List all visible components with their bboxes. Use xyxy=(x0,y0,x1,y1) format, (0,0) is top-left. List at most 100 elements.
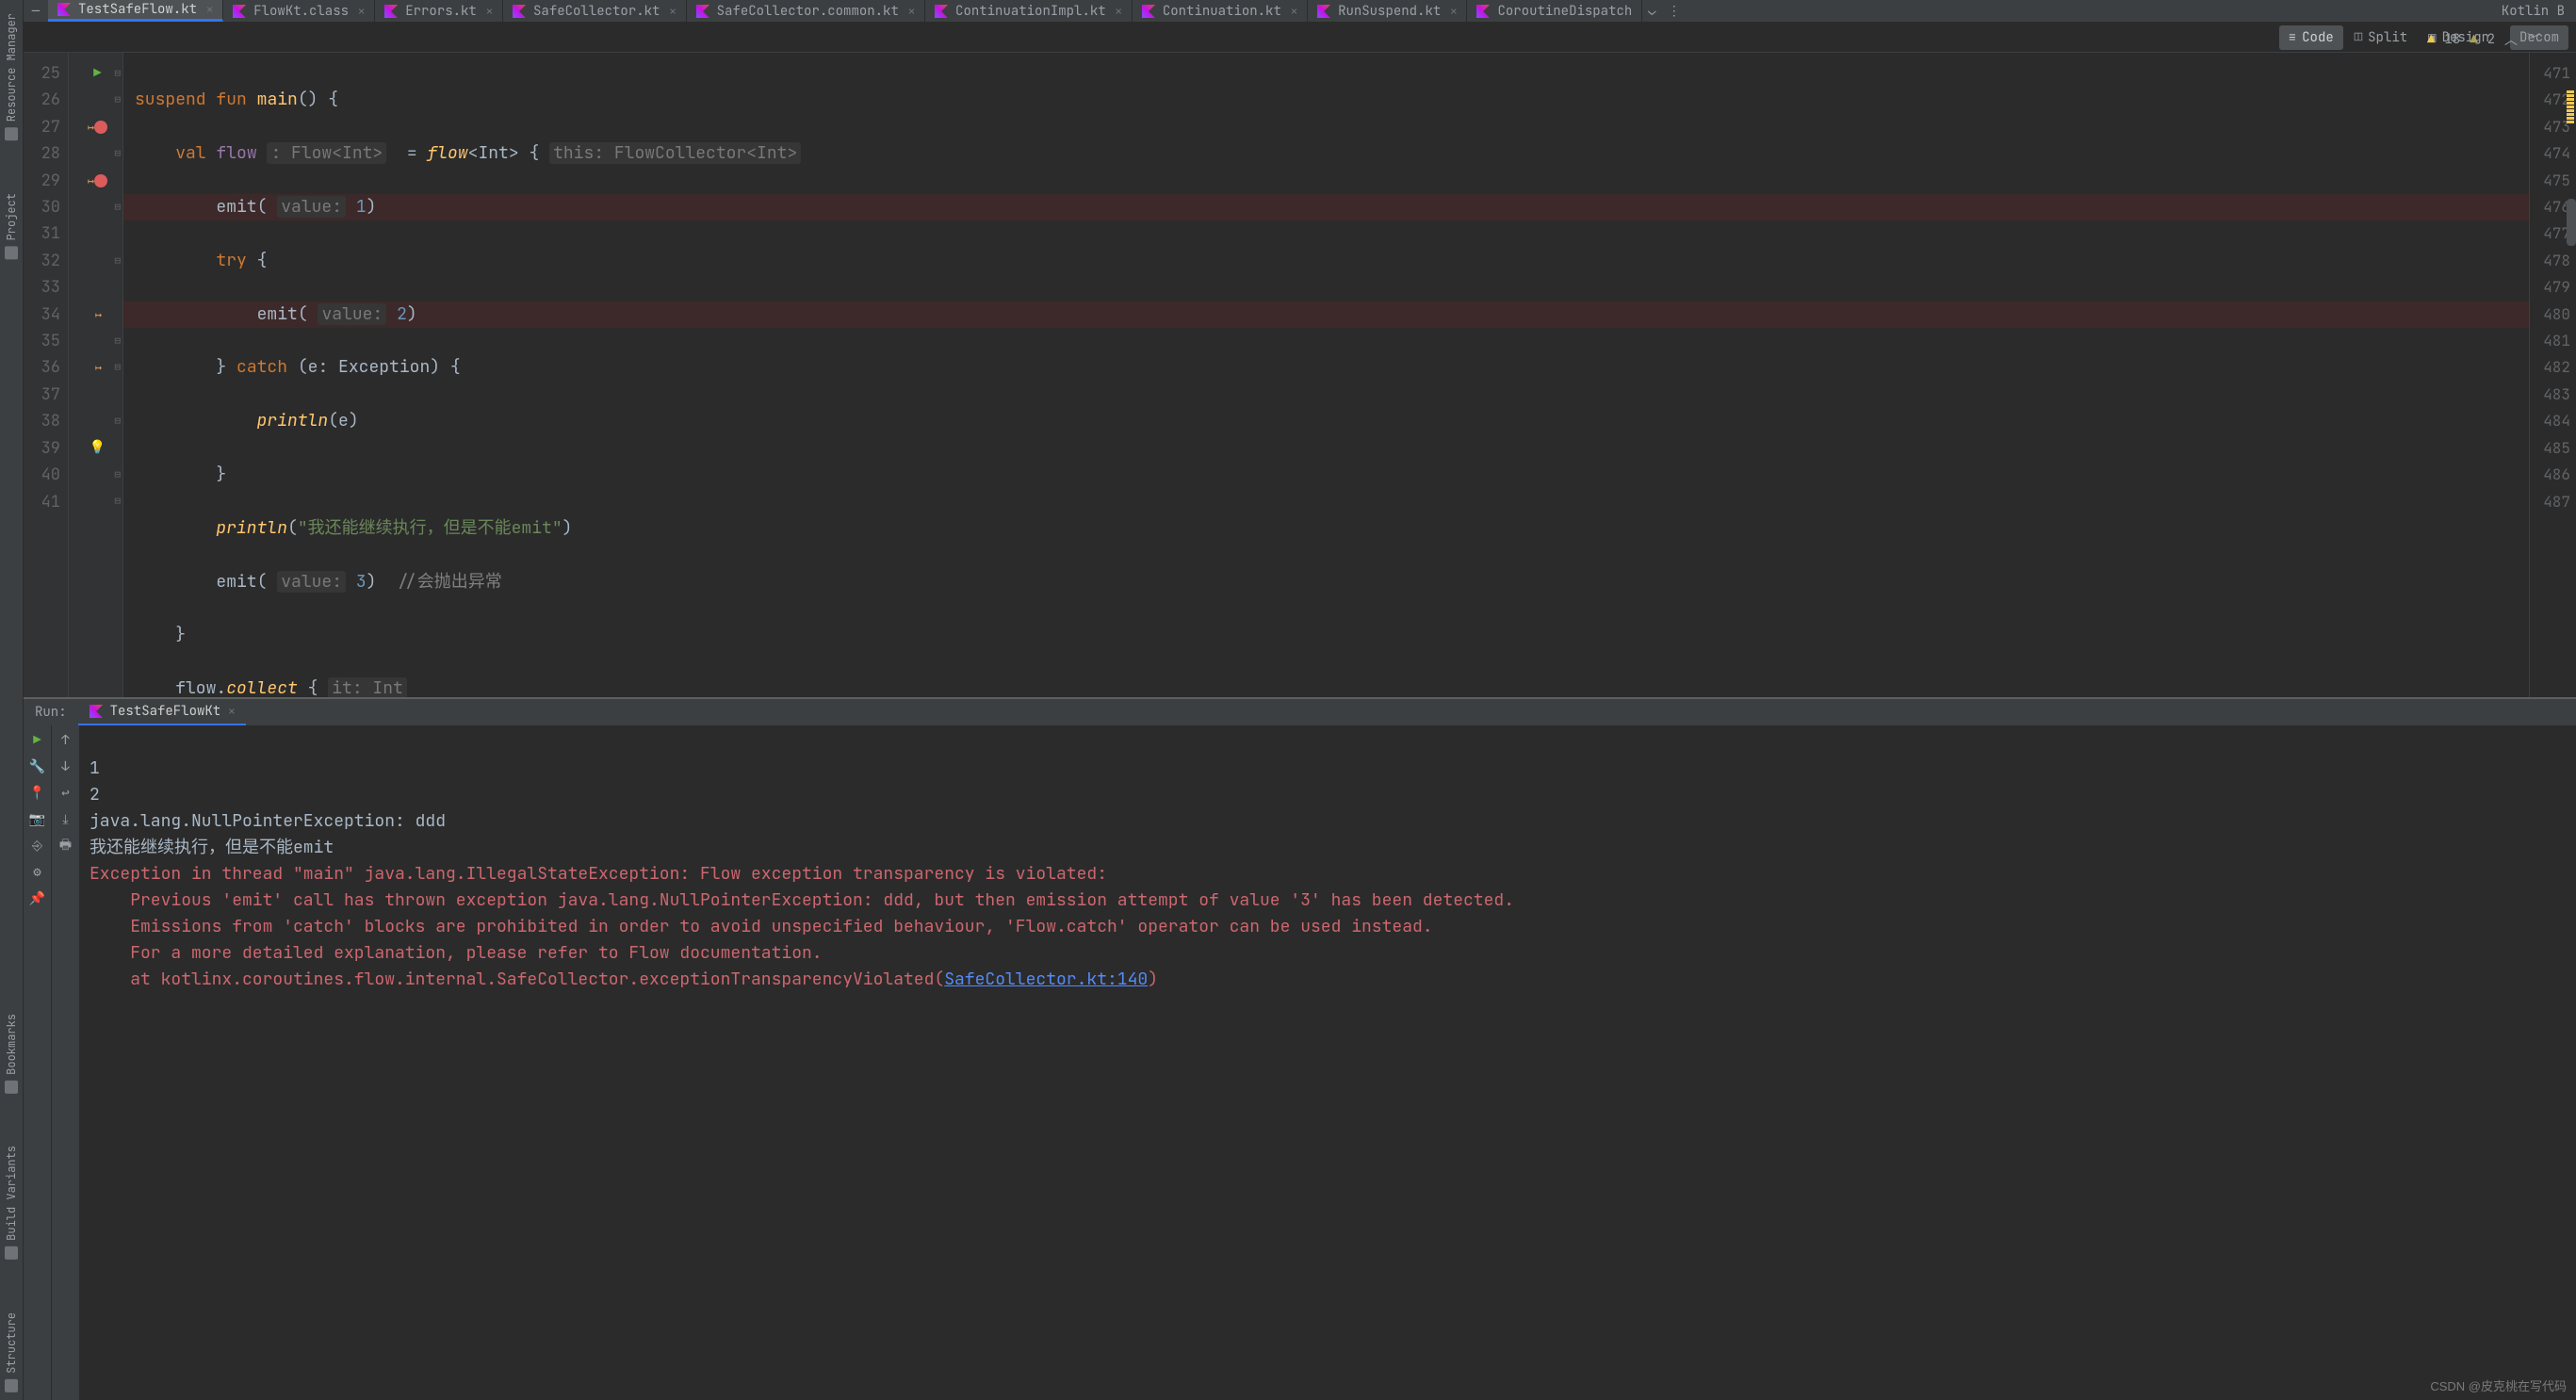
tab-flowkt[interactable]: FlowKt.class✕ xyxy=(223,0,375,22)
fold-icon[interactable]: ⊟ xyxy=(114,488,121,514)
editor-region: ▲18 ▲2 ︿ ﹀ ≡Code ◫Split ▣Design Decom 25… xyxy=(24,23,2576,697)
console-output[interactable]: 1 2 java.lang.NullPointerException: ddd … xyxy=(80,725,2576,1400)
run-toolbar-left: ▶ 🔧 📍 📷 ⎆ ⚙ 📌 xyxy=(24,725,52,1400)
close-icon[interactable]: ✕ xyxy=(1450,4,1457,19)
console-line: 我还能继续执行，但是不能emit xyxy=(90,837,334,858)
tab-safecollector[interactable]: SafeCollector.kt ✕ xyxy=(503,0,687,22)
right-number: 477 xyxy=(2530,220,2570,247)
kotlin-file-icon xyxy=(696,5,709,18)
tab-continuationimpl[interactable]: ContinuationImpl.kt ✕ xyxy=(925,0,1133,22)
tab-safecollector-common[interactable]: SafeCollector.common.kt✕ xyxy=(687,0,925,22)
folder-icon xyxy=(5,247,18,260)
hide-tool-window-icon[interactable]: — xyxy=(24,0,48,22)
fold-icon[interactable]: ⊟ xyxy=(114,462,121,488)
right-number: 475 xyxy=(2530,168,2570,194)
pin-tab-button[interactable]: 📌 xyxy=(28,889,47,908)
view-split-button[interactable]: ◫Split xyxy=(2345,25,2417,50)
suspend-icon: ↦ xyxy=(88,114,94,140)
breakpoint-icon[interactable] xyxy=(94,174,107,187)
right-number: 474 xyxy=(2530,140,2570,167)
fold-icon[interactable]: ⊟ xyxy=(114,354,121,381)
line-number: 34 xyxy=(24,301,60,328)
gutter-icons[interactable]: ▶⊟ ⊟ ↦ ⊟ ↦ ⊟ ⊟ ↦ ⊟ ↦⊟ ⊟ 💡 ⊟ ⊟ xyxy=(69,53,123,697)
tab-errors[interactable]: Errors.kt ✕ xyxy=(375,0,503,22)
suspend-icon: ↦ xyxy=(95,354,102,381)
exit-button[interactable]: ⎆ xyxy=(28,837,47,855)
tab-label: SafeCollector.kt xyxy=(533,3,660,20)
right-number: 472 xyxy=(2530,87,2570,113)
tabs-more-icon[interactable]: ⋮ xyxy=(1662,0,1687,22)
print-button[interactable]: 🖶 xyxy=(57,837,75,855)
line-number: 35 xyxy=(24,328,60,354)
code-area[interactable]: suspend fun main() { val flow : Flow<Int… xyxy=(123,53,2529,697)
stacktrace-link[interactable]: SafeCollector.kt:140 xyxy=(944,969,1148,990)
tab-continuation[interactable]: Continuation.kt ✕ xyxy=(1133,0,1308,22)
scroll-end-button[interactable]: ⤓ xyxy=(57,810,75,829)
fold-icon[interactable]: ⊟ xyxy=(114,248,121,274)
error-stripe[interactable] xyxy=(2567,90,2574,124)
layout-button[interactable]: ⚙ xyxy=(28,863,47,882)
down-stack-button[interactable]: ↓ xyxy=(57,757,75,776)
close-icon[interactable]: ✕ xyxy=(206,2,213,17)
line-number: 31 xyxy=(24,220,60,247)
code-icon: ≡ xyxy=(2289,29,2296,46)
close-icon[interactable]: ✕ xyxy=(228,704,235,719)
close-icon[interactable]: ✕ xyxy=(669,4,676,19)
console-error-line: For a more detailed explanation, please … xyxy=(90,942,823,964)
fold-icon[interactable]: ⊟ xyxy=(114,328,121,354)
tool-structure[interactable]: Structure xyxy=(2,1305,21,1400)
close-icon[interactable]: ✕ xyxy=(486,4,493,19)
left-tool-strip: Resource Manager Project Bookmarks Build… xyxy=(0,0,24,1400)
editor-tabs: — TestSafeFlow.kt ✕ FlowKt.class✕ Errors… xyxy=(24,0,2576,23)
line-number: 39 xyxy=(24,435,60,462)
console-line: 2 xyxy=(90,784,100,806)
run-gutter-icon[interactable]: ▶ xyxy=(93,60,101,87)
weak-warning-icon: ▲ xyxy=(2470,31,2477,48)
inspection-summary[interactable]: ▲18 ▲2 ︿ ﹀ xyxy=(2427,30,2540,49)
scrollbar-thumb[interactable] xyxy=(2567,199,2576,246)
close-icon[interactable]: ✕ xyxy=(908,4,915,19)
tab-label: ContinuationImpl.kt xyxy=(955,3,1106,20)
right-number: 473 xyxy=(2530,114,2570,140)
tool-bookmarks[interactable]: Bookmarks xyxy=(2,1006,21,1101)
fold-icon[interactable]: ⊟ xyxy=(114,194,121,220)
tab-label: TestSafeFlow.kt xyxy=(78,1,197,18)
fold-icon[interactable]: ⊟ xyxy=(114,140,121,167)
kotlin-file-icon xyxy=(1142,5,1155,18)
tabs-overflow-chevron-icon[interactable]: ⌄ xyxy=(1642,0,1661,22)
run-config-tab[interactable]: TestSafeFlowKt ✕ xyxy=(78,699,247,726)
tab-coroutinedispatch[interactable]: CoroutineDispatch xyxy=(1467,0,1642,22)
tab-label: Continuation.kt xyxy=(1163,3,1281,20)
right-margin-gutter: 471 472 473 474 475 476 477 478 479 480 … xyxy=(2529,53,2576,697)
line-number: 29 xyxy=(24,168,60,194)
intention-bulb-icon[interactable]: 💡 xyxy=(90,434,106,461)
close-icon[interactable]: ✕ xyxy=(1116,4,1122,19)
prev-highlight-icon[interactable]: ︿ xyxy=(2504,30,2518,49)
tab-runsuspend[interactable]: RunSuspend.kt✕ xyxy=(1308,0,1467,22)
up-stack-button[interactable]: ↑ xyxy=(57,731,75,750)
dump-button[interactable]: 📷 xyxy=(28,810,47,829)
run-settings-button[interactable]: 🔧 xyxy=(28,757,47,776)
tool-resource-manager[interactable]: Resource Manager xyxy=(2,6,21,148)
console-line: 1 xyxy=(90,757,100,779)
breakpoint-icon[interactable] xyxy=(94,121,107,134)
next-highlight-icon[interactable]: ﹀ xyxy=(2527,30,2540,49)
tool-build-variants[interactable]: Build Variants xyxy=(2,1138,21,1267)
rerun-button[interactable]: ▶ xyxy=(28,731,47,750)
fold-icon[interactable]: ⊟ xyxy=(114,87,121,113)
tab-testsafeflow[interactable]: TestSafeFlow.kt ✕ xyxy=(48,0,223,22)
fold-icon[interactable]: ⊟ xyxy=(114,408,121,434)
close-icon[interactable]: ✕ xyxy=(358,4,365,19)
warning-icon: ▲ xyxy=(2427,31,2435,48)
console-line: java.lang.NullPointerException: ddd xyxy=(90,810,446,832)
structure-icon xyxy=(5,1379,18,1392)
tab-label: Errors.kt xyxy=(405,3,477,20)
fold-icon[interactable]: ⊟ xyxy=(114,60,121,87)
soft-wrap-button[interactable]: ↩ xyxy=(57,784,75,803)
view-code-button[interactable]: ≡Code xyxy=(2279,25,2343,50)
line-number: 28 xyxy=(24,140,60,167)
pin-button[interactable]: 📍 xyxy=(28,784,47,803)
editor[interactable]: 25 26 27 28 29 30 31 32 33 34 35 36 37 3… xyxy=(24,53,2529,697)
close-icon[interactable]: ✕ xyxy=(1291,4,1297,19)
tool-project[interactable]: Project xyxy=(2,186,21,267)
